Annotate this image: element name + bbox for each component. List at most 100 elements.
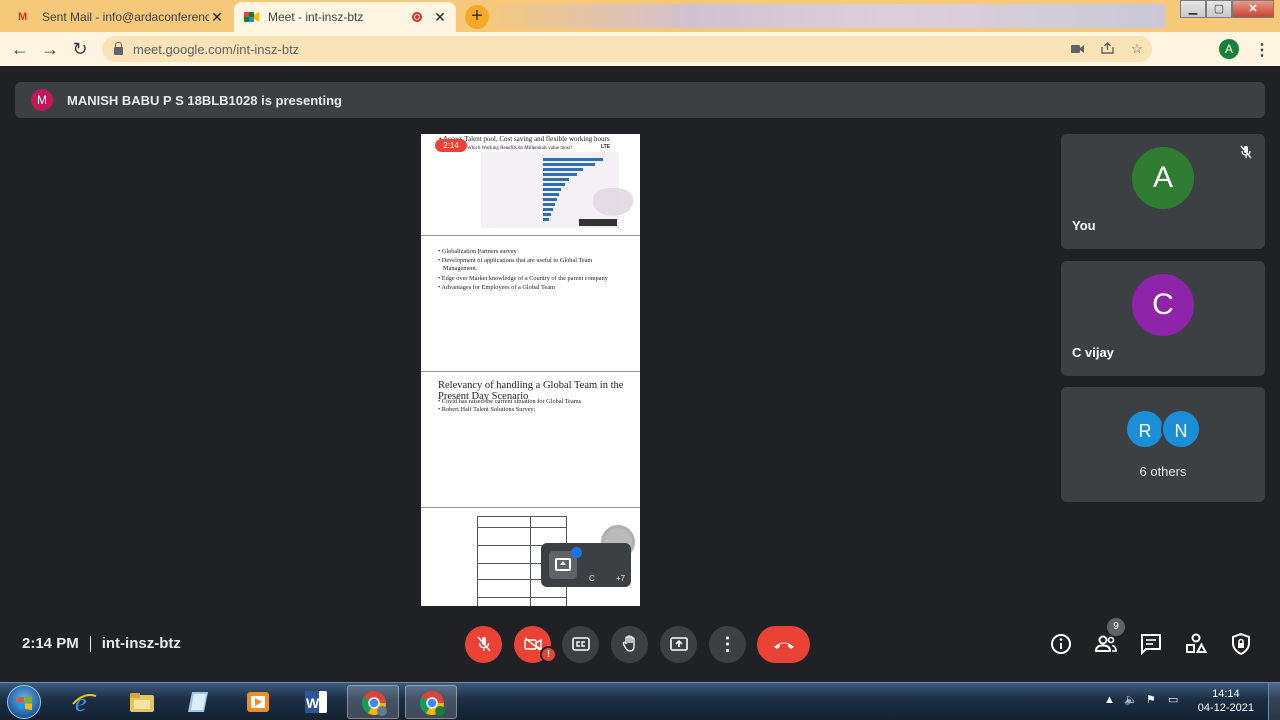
hang-up-icon	[773, 642, 794, 649]
browser-menu-icon[interactable]: ⋮	[1254, 40, 1270, 60]
present-now-button[interactable]	[660, 626, 697, 663]
show-hidden-icons-icon[interactable]: ▲	[1104, 694, 1115, 706]
bullet: • Edge over Market knowledge of a Countr…	[438, 275, 608, 282]
meeting-details-info-icon[interactable]	[1049, 632, 1073, 656]
host-controls-shield-icon[interactable]	[1229, 632, 1253, 656]
divider	[89, 635, 91, 652]
forward-arrow-icon[interactable]: →	[40, 39, 60, 60]
clock-date: 04-12-2021	[1197, 702, 1254, 714]
taskbar-chrome-a[interactable]	[405, 685, 457, 719]
chart-bar	[543, 218, 549, 221]
more-options-button[interactable]: ⋮	[709, 626, 746, 663]
present-screen-icon	[555, 558, 571, 571]
meeting-code: int-insz-btz	[101, 635, 181, 652]
self-view-pip[interactable]: C +7	[541, 543, 631, 587]
bookmark-star-icon[interactable]: ☆	[1122, 41, 1152, 57]
chart-bar	[543, 198, 557, 201]
activities-icon[interactable]	[1184, 632, 1208, 656]
lock-icon	[114, 42, 123, 55]
close-tab-icon[interactable]: ✕	[209, 9, 225, 26]
pip-participant-initial: C	[589, 574, 595, 583]
bullet: • Advantages for Employees of a Global T…	[438, 284, 555, 291]
bullet: • Globalization Partners survey	[438, 248, 517, 255]
share-icon[interactable]	[1092, 41, 1122, 57]
presenting-banner: M MANISH BABU P S 18BLB1028 is presentin…	[15, 82, 1265, 118]
speaking-indicator-icon	[571, 547, 582, 558]
chart-bar	[543, 168, 583, 171]
start-button[interactable]	[7, 685, 41, 719]
recording-icon	[412, 12, 422, 22]
participant-tile-you[interactable]: A You	[1061, 134, 1265, 249]
word-icon: W	[305, 691, 327, 713]
taskbar-word[interactable]: W	[290, 685, 342, 719]
browser-tab-bar: M Sent Mail - info@ardaconference ✕ Meet…	[0, 0, 1280, 32]
chrome-icon	[361, 691, 387, 716]
close-tab-icon[interactable]: ✕	[432, 9, 448, 26]
table-divider	[478, 597, 566, 598]
others-count-label: 6 others	[1139, 464, 1187, 479]
close-window-button[interactable]: ✕	[1232, 0, 1274, 18]
tab-meet[interactable]: Meet - int-insz-btz ✕	[234, 2, 456, 32]
chart-bar	[543, 183, 565, 186]
camera-icon[interactable]	[1062, 42, 1092, 57]
profile-avatar[interactable]: A	[1219, 39, 1239, 59]
show-desktop-button[interactable]	[1268, 683, 1280, 720]
bullet: • Robert Half Talent Solutions Survey:	[438, 406, 536, 413]
raise-hand-button[interactable]	[611, 626, 648, 663]
url-field[interactable]: meet.google.com/int-insz-btz ☆	[102, 36, 1152, 62]
leave-call-button[interactable]	[757, 626, 810, 663]
current-time: 2:14 PM	[22, 635, 79, 652]
chart-bar	[543, 163, 595, 166]
window-controls: ▁ ▢ ✕	[1180, 0, 1274, 18]
slide-2: • Globalization Partners survey • Develo…	[421, 236, 640, 372]
participant-name: C vijay	[1072, 345, 1114, 360]
avatar: R	[1125, 409, 1165, 449]
tab-gmail[interactable]: M Sent Mail - info@ardaconference ✕	[8, 2, 233, 32]
chart-bar	[543, 193, 559, 196]
chart-bar	[543, 203, 555, 206]
participant-tile-c-vijay[interactable]: C C vijay	[1061, 261, 1265, 376]
new-tab-button[interactable]: +	[465, 5, 489, 29]
chart-bar	[543, 158, 603, 161]
back-arrow-icon[interactable]: ←	[10, 39, 30, 60]
presenter-avatar: M	[31, 89, 53, 111]
avatar: C	[1132, 274, 1194, 336]
taskbar-file-explorer[interactable]	[116, 685, 168, 719]
present-screen-icon	[669, 637, 688, 651]
tab-title: Sent Mail - info@ardaconference	[42, 10, 209, 24]
chart-bar	[543, 208, 553, 211]
hand-icon	[622, 635, 635, 652]
participant-tile-others[interactable]: R N 6 others	[1061, 387, 1265, 502]
chart-bar	[543, 188, 561, 191]
gmail-icon: M	[18, 11, 28, 23]
bullet: • Development of applications that are u…	[438, 257, 593, 272]
internet-explorer-icon: e	[72, 688, 97, 716]
participant-name: You	[1072, 218, 1096, 233]
taskbar-media-player[interactable]	[232, 685, 284, 719]
meeting-info-left: 2:14 PM int-insz-btz	[22, 635, 181, 652]
pip-more-count: +7	[616, 574, 626, 583]
taskbar-clock[interactable]: 14:14 04-12-2021	[1198, 687, 1254, 715]
chart-bar	[543, 178, 569, 181]
mic-toggle-button[interactable]	[465, 626, 502, 663]
closed-captions-icon	[571, 637, 590, 651]
volume-icon[interactable]: 🔈	[1124, 693, 1138, 706]
participant-count-badge: 9	[1107, 618, 1125, 636]
avatar: N	[1161, 409, 1201, 449]
taskbar-internet-explorer[interactable]: e	[58, 685, 110, 719]
captions-button[interactable]	[562, 626, 599, 663]
taskbar-notes[interactable]	[174, 685, 226, 719]
network-icon[interactable]: ▭	[1168, 693, 1178, 706]
more-vert-icon: ⋮	[718, 634, 737, 654]
maximize-button[interactable]: ▢	[1206, 0, 1232, 18]
action-center-flag-icon[interactable]: ⚑	[1146, 693, 1156, 706]
reload-icon[interactable]: ↻	[70, 39, 90, 60]
recording-timer: 2:14	[435, 139, 467, 152]
mic-off-icon	[476, 636, 491, 652]
chart-source-logo	[579, 219, 617, 226]
minimize-button[interactable]: ▁	[1180, 0, 1206, 18]
taskbar-chrome-m[interactable]	[347, 685, 399, 719]
chat-icon[interactable]	[1139, 632, 1163, 656]
survey-chart-image	[481, 152, 633, 228]
slide-1: • Access Talent pool, Cost saving and fl…	[421, 134, 640, 236]
